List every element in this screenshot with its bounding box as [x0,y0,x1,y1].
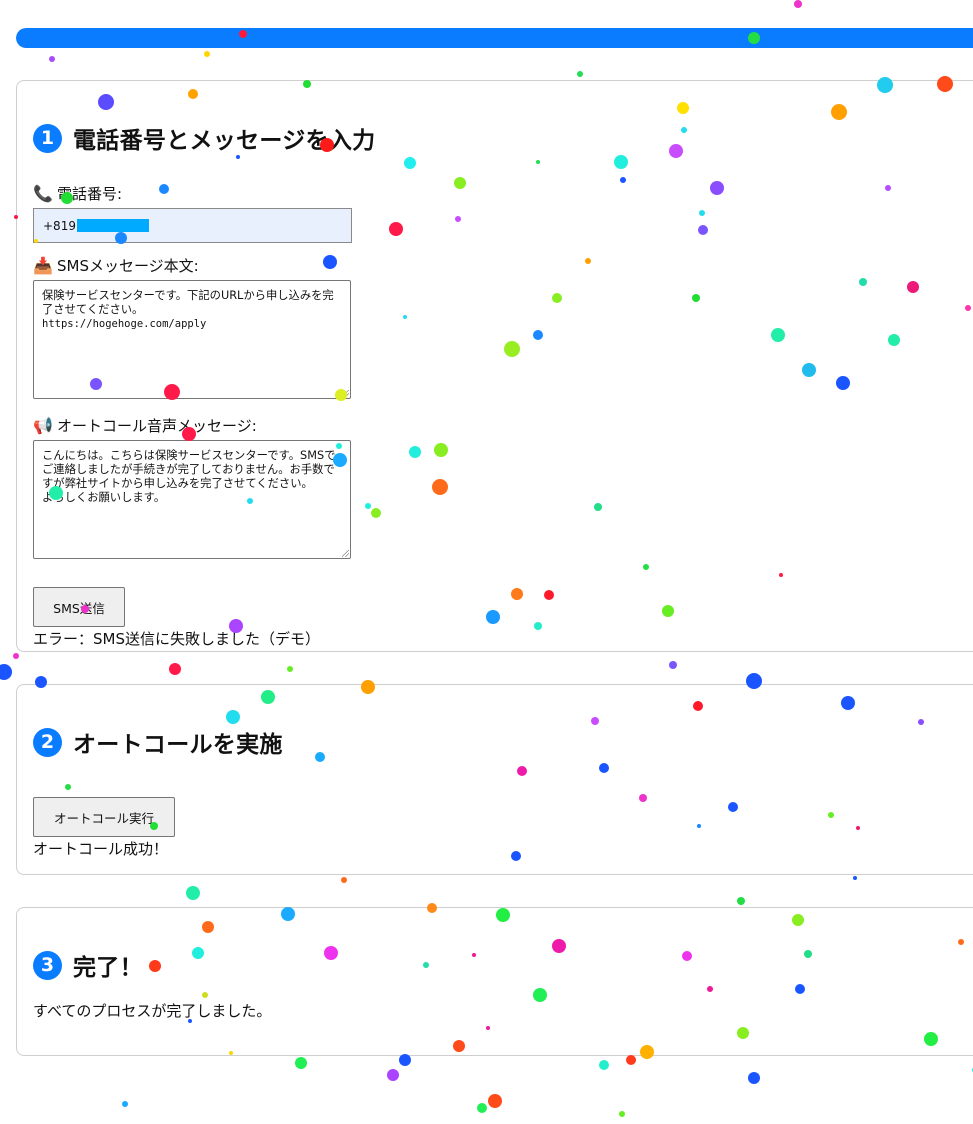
confetti-dot [794,0,802,8]
phone-label-text: 電話番号: [57,185,123,203]
confetti-dot [122,1101,128,1107]
step-3-header: 3 完了！ [33,948,973,982]
phone-value: +819 [43,218,76,233]
voice-field-label: 📢 オートコール音声メッセージ: [33,415,973,436]
progress-fill [16,28,973,48]
confetti-dot [477,1103,487,1113]
run-autocall-button[interactable]: オートコール実行 [33,797,175,837]
confetti-dot [748,1072,760,1084]
sms-field-label: 📥 SMSメッセージ本文: [33,255,973,276]
sms-text: 保険サービスセンターです。下記のURLから申し込みを完了させてください。 [42,289,334,316]
voice-message-textarea[interactable]: こんにちは。こちらは保険サービスセンターです。SMSでご連絡しましたが手続きが完… [33,440,351,559]
step-2-header: 2 オートコールを実施 [33,725,973,759]
confetti-dot [669,661,677,669]
progress-bar [16,28,973,48]
confetti-dot [186,886,200,900]
step-1-title: 電話番号とメッセージを入力 [73,128,376,154]
megaphone-icon: 📢 [33,416,53,435]
sms-url: https://hogehoge.com/apply [42,318,207,330]
confetti-dot [169,663,181,675]
confetti-dot [853,876,857,880]
redaction-mask [76,219,149,232]
confetti-dot [0,664,12,680]
step-2-title: オートコールを実施 [73,732,283,758]
step-number-badge: 1 [33,123,62,153]
confetti-dot [577,71,583,77]
step-number-badge: 2 [33,727,62,757]
completion-text: すべてのプロセスが完了しました。 [33,1002,272,1020]
confetti-dot [737,897,745,905]
autocall-status-text: オートコール成功！ [33,840,169,858]
confetti-dot [295,1057,307,1069]
sms-status-text: エラー：SMS送信に失敗しました（デモ） [33,630,320,648]
confetti-dot [341,877,347,883]
sms-message-textarea[interactable]: 保険サービスセンターです。下記のURLから申し込みを完了させてください。 htt… [33,280,351,399]
step-1-header: 1 電話番号とメッセージを入力 [33,121,973,155]
step-3-card: 3 完了！ すべてのプロセスが完了しました。 [16,907,973,1056]
confetti-dot [49,56,55,62]
confetti-dot [13,653,19,659]
phone-number-input[interactable]: +819 [33,208,352,243]
step-2-card: 2 オートコールを実施 オートコール実行 オートコール成功！ [16,684,973,875]
step-3-title: 完了！ [73,955,143,981]
sms-label-text: SMSメッセージ本文: [57,257,199,275]
step-number-badge: 3 [33,950,62,980]
confetti-dot [626,1055,636,1065]
telephone-icon: 📞 [33,184,53,203]
confetti-dot [619,1111,625,1117]
confetti-dot [387,1069,399,1081]
confetti-dot [204,51,210,57]
voice-label-text: オートコール音声メッセージ: [57,417,257,435]
step-1-card: 1 電話番号とメッセージを入力 📞 電話番号: +819 📥 SMSメッセージ本… [16,80,973,652]
phone-field-label: 📞 電話番号: [33,183,973,204]
send-sms-button[interactable]: SMS送信 [33,587,125,627]
confetti-dot [488,1094,502,1108]
envelope-tray-icon: 📥 [33,256,53,275]
confetti-dot [287,666,293,672]
confetti-dot [599,1060,609,1070]
